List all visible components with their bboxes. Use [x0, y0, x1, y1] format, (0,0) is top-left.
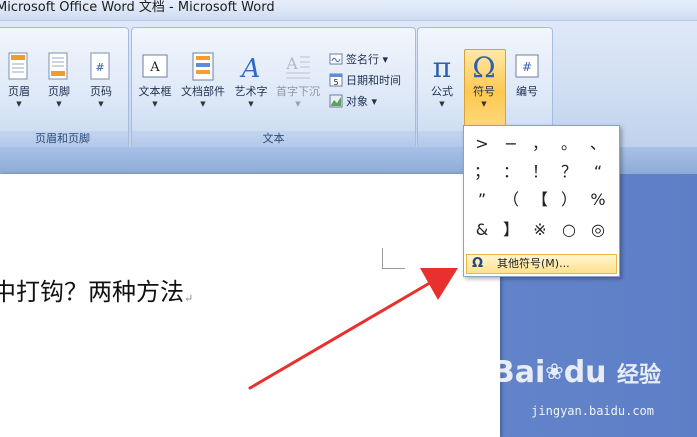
symbol-cell[interactable]: 【	[526, 188, 554, 212]
symbol-cell[interactable]: 。	[555, 132, 583, 156]
symbol-cell[interactable]: ○	[555, 218, 583, 242]
baidu-watermark-logo: Bai❀du 经验	[491, 355, 661, 390]
symbol-cell[interactable]: %	[584, 188, 612, 212]
symbol-cell[interactable]: 、	[584, 132, 612, 156]
symbol-cell[interactable]: ：	[497, 160, 525, 184]
omega-icon: Ω	[472, 256, 484, 271]
symbol-dropdown: > − ， 。 、 ； ： ！ ？ “ ” （ 【 ） % & 】 ※ ○ ◎ …	[463, 125, 620, 277]
symbol-cell[interactable]: （	[497, 188, 525, 212]
symbol-cell[interactable]: ？	[555, 160, 583, 184]
symbol-cell[interactable]: ，	[526, 132, 554, 156]
symbol-cell[interactable]: ；	[468, 160, 496, 184]
paw-icon: ❀	[545, 360, 564, 385]
symbol-cell[interactable]: ）	[555, 188, 583, 212]
symbol-cell[interactable]: 】	[497, 218, 525, 242]
symbol-cell[interactable]: >	[468, 132, 496, 156]
watermark-url: jingyan.baidu.com	[531, 404, 654, 418]
more-symbols-label: 其他符号(M)...	[497, 257, 570, 270]
symbol-cell[interactable]: ◎	[584, 218, 612, 242]
symbol-cell[interactable]: ”	[468, 188, 496, 212]
symbol-cell[interactable]: ！	[526, 160, 554, 184]
symbol-cell[interactable]: &	[468, 218, 496, 242]
symbol-cell[interactable]: −	[497, 132, 525, 156]
symbol-cell[interactable]: ※	[526, 218, 554, 242]
more-symbols-button[interactable]: Ω 其他符号(M)...	[466, 254, 617, 274]
symbol-cell[interactable]: “	[584, 160, 612, 184]
